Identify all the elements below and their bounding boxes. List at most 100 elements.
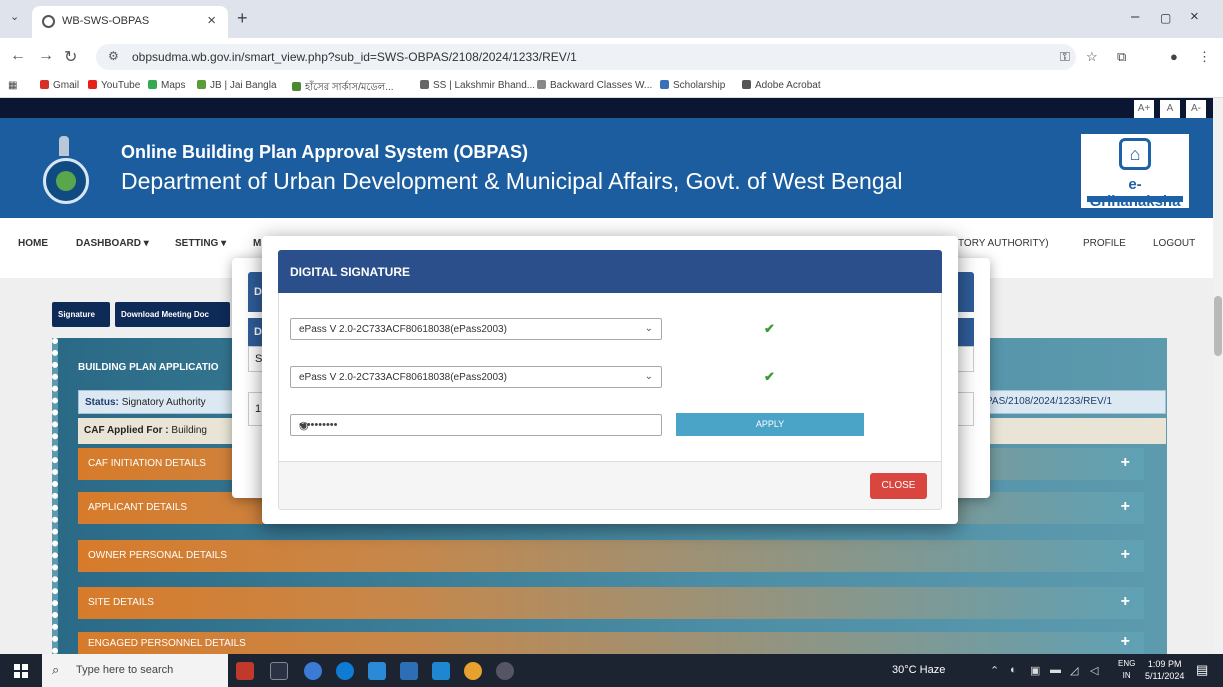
pin-password-input[interactable]: •••••••••• ◉ <box>290 414 662 436</box>
tray-app-icon[interactable]: ◐ <box>1010 664 1017 676</box>
menu-home[interactable]: HOME <box>18 238 48 249</box>
menu-kebab-icon[interactable]: ⋮ <box>1198 49 1211 65</box>
select-value: ePass V 2.0-2C733ACF80618038(ePass2003) <box>299 324 507 335</box>
wifi-icon[interactable]: ◿ <box>1070 664 1078 677</box>
bookmark-label: YouTube <box>101 80 141 91</box>
tab-search-icon[interactable]: ⌄ <box>10 10 19 23</box>
extensions-icon[interactable]: ⧉ <box>1117 49 1126 65</box>
tray-chevron-icon[interactable]: ⌃ <box>990 664 999 677</box>
pinned-app-icon[interactable] <box>236 662 254 680</box>
browser-tab[interactable]: WB-SWS-OBPAS × <box>32 6 228 38</box>
clock-time: 1:09 PM <box>1147 659 1182 669</box>
certificate-select-1[interactable]: ePass V 2.0-2C733ACF80618038(ePass2003) … <box>290 318 662 340</box>
minimize-icon[interactable]: – <box>1131 8 1139 25</box>
font-increase-button[interactable]: A+ <box>1134 100 1154 118</box>
download-meeting-doc-button[interactable]: Download Meeting Doc <box>115 302 230 327</box>
url-field[interactable]: ⚙ obpsudma.wb.gov.in/smart_view.php?sub_… <box>96 44 1076 70</box>
bookmark-lakshmir[interactable]: SS | Lakshmir Bhand... <box>420 80 535 91</box>
start-square <box>22 672 28 678</box>
backward-classes-icon <box>537 80 546 89</box>
section-engaged-personnel[interactable]: ENGAGED PERSONNEL DETAILS + <box>78 632 1144 654</box>
section-label: SITE DETAILS <box>88 597 154 608</box>
section-label: CAF INITIATION DETAILS <box>88 458 206 469</box>
mail-icon[interactable] <box>432 662 450 680</box>
bookmark-backward[interactable]: Backward Classes W... <box>537 80 652 91</box>
bookmark-youtube[interactable]: YouTube <box>88 80 140 91</box>
profile-icon[interactable]: ● <box>1170 49 1178 64</box>
maximize-icon[interactable]: ▢ <box>1160 11 1171 25</box>
bookmark-maps[interactable]: Maps <box>148 80 185 91</box>
expand-plus-icon[interactable]: + <box>1121 498 1130 516</box>
volume-icon[interactable]: ◁ <box>1090 664 1098 677</box>
modal-title: DIGITAL SIGNATURE <box>290 265 410 279</box>
youtube-icon <box>88 80 97 89</box>
house-icon: ⌂ <box>1119 138 1151 170</box>
window-close-icon[interactable]: × <box>1190 8 1199 25</box>
section-label: APPLICANT DETAILS <box>88 502 188 513</box>
apps-grid-icon[interactable]: ▦ <box>8 80 17 91</box>
close-button[interactable]: CLOSE <box>870 473 927 499</box>
bookmark-adobe[interactable]: Adobe Acrobat <box>742 80 821 91</box>
font-normal-button[interactable]: A <box>1160 100 1180 118</box>
bookmark-label: Backward Classes W... <box>550 80 653 91</box>
gmail-icon <box>40 80 49 89</box>
tab-close-icon[interactable]: × <box>207 12 216 29</box>
store-icon[interactable] <box>400 662 418 680</box>
network-icon[interactable]: ▬ <box>1050 664 1061 676</box>
system-clock[interactable]: 1:09 PM 5/11/2024 <box>1145 658 1184 682</box>
menu-dashboard[interactable]: DASHBOARD ▾ <box>76 238 149 249</box>
edge-browser-icon[interactable] <box>336 662 354 680</box>
signature-button[interactable]: Signature <box>52 302 110 327</box>
bookmark-gmail[interactable]: Gmail <box>40 80 79 91</box>
forward-icon[interactable]: → <box>38 47 54 65</box>
key-icon[interactable]: ⚿ <box>1060 49 1070 65</box>
file-explorer-icon[interactable] <box>368 662 386 680</box>
chrome-icon[interactable] <box>464 662 482 680</box>
task-view-icon[interactable] <box>270 662 288 680</box>
notification-icon[interactable]: ▤ <box>1196 662 1208 678</box>
new-tab-icon[interactable]: + <box>237 8 248 29</box>
apply-button[interactable]: APPLY <box>676 413 864 436</box>
expand-plus-icon[interactable]: + <box>1121 454 1130 472</box>
menu-m[interactable]: M <box>253 238 261 249</box>
weather-widget[interactable]: 30°C Haze <box>892 664 945 676</box>
bookmark-bengali[interactable]: হাঁসের সার্কাস/মডেল... <box>292 80 394 97</box>
section-owner-personal[interactable]: OWNER PERSONAL DETAILS + <box>78 540 1144 572</box>
bookmark-star-icon[interactable]: ☆ <box>1086 49 1098 65</box>
lang-region: IN <box>1122 671 1131 680</box>
caf-text: CAF Applied For : Building <box>84 425 207 436</box>
site-info-icon[interactable]: ⚙ <box>108 49 119 63</box>
caf-value: Building <box>171 425 207 436</box>
background-table-heading: D <box>254 326 262 338</box>
bookmark-scholarship[interactable]: Scholarship <box>660 80 725 91</box>
taskbar-search[interactable]: ⌕ Type here to search <box>42 654 228 687</box>
expand-plus-icon[interactable]: + <box>1121 546 1130 564</box>
windows-taskbar: ⌕ Type here to search 30°C Haze ⌃ ◐ ▣ ▬ … <box>0 654 1223 687</box>
status-value: Signatory Authority <box>121 397 206 408</box>
tool-app-icon[interactable] <box>496 662 514 680</box>
reload-icon[interactable]: ↻ <box>64 47 77 67</box>
menu-setting[interactable]: SETTING ▾ <box>175 238 226 249</box>
font-decrease-button[interactable]: A- <box>1186 100 1206 118</box>
status-label: Status: <box>85 397 119 408</box>
expand-plus-icon[interactable]: + <box>1121 593 1130 611</box>
search-placeholder: Type here to search <box>76 664 174 676</box>
globe-icon <box>742 80 751 89</box>
expand-plus-icon[interactable]: + <box>1121 633 1130 651</box>
menu-authority[interactable]: TORY AUTHORITY) <box>958 238 1049 249</box>
windows-start-icon[interactable] <box>14 664 28 678</box>
section-site[interactable]: SITE DETAILS + <box>78 587 1144 619</box>
back-icon[interactable]: ← <box>10 47 26 65</box>
browser-tab-bar: ⌄ WB-SWS-OBPAS × + – ▢ × <box>0 0 1223 38</box>
menu-profile[interactable]: PROFILE <box>1083 238 1126 249</box>
colorful-app-icon[interactable] <box>304 662 322 680</box>
page-scrollbar[interactable] <box>1213 98 1223 654</box>
menu-logout[interactable]: LOGOUT <box>1153 238 1195 249</box>
certificate-select-2[interactable]: ePass V 2.0-2C733ACF80618038(ePass2003) … <box>290 366 662 388</box>
background-cell: 1 <box>255 403 262 415</box>
bookmark-jai-bangla[interactable]: JB | Jai Bangla <box>197 80 277 91</box>
tray-app-icon[interactable]: ▣ <box>1030 664 1040 677</box>
show-password-eye-icon[interactable]: ◉ <box>299 419 643 432</box>
language-indicator[interactable]: ENG IN <box>1118 658 1135 682</box>
scroll-thumb[interactable] <box>1214 296 1222 356</box>
